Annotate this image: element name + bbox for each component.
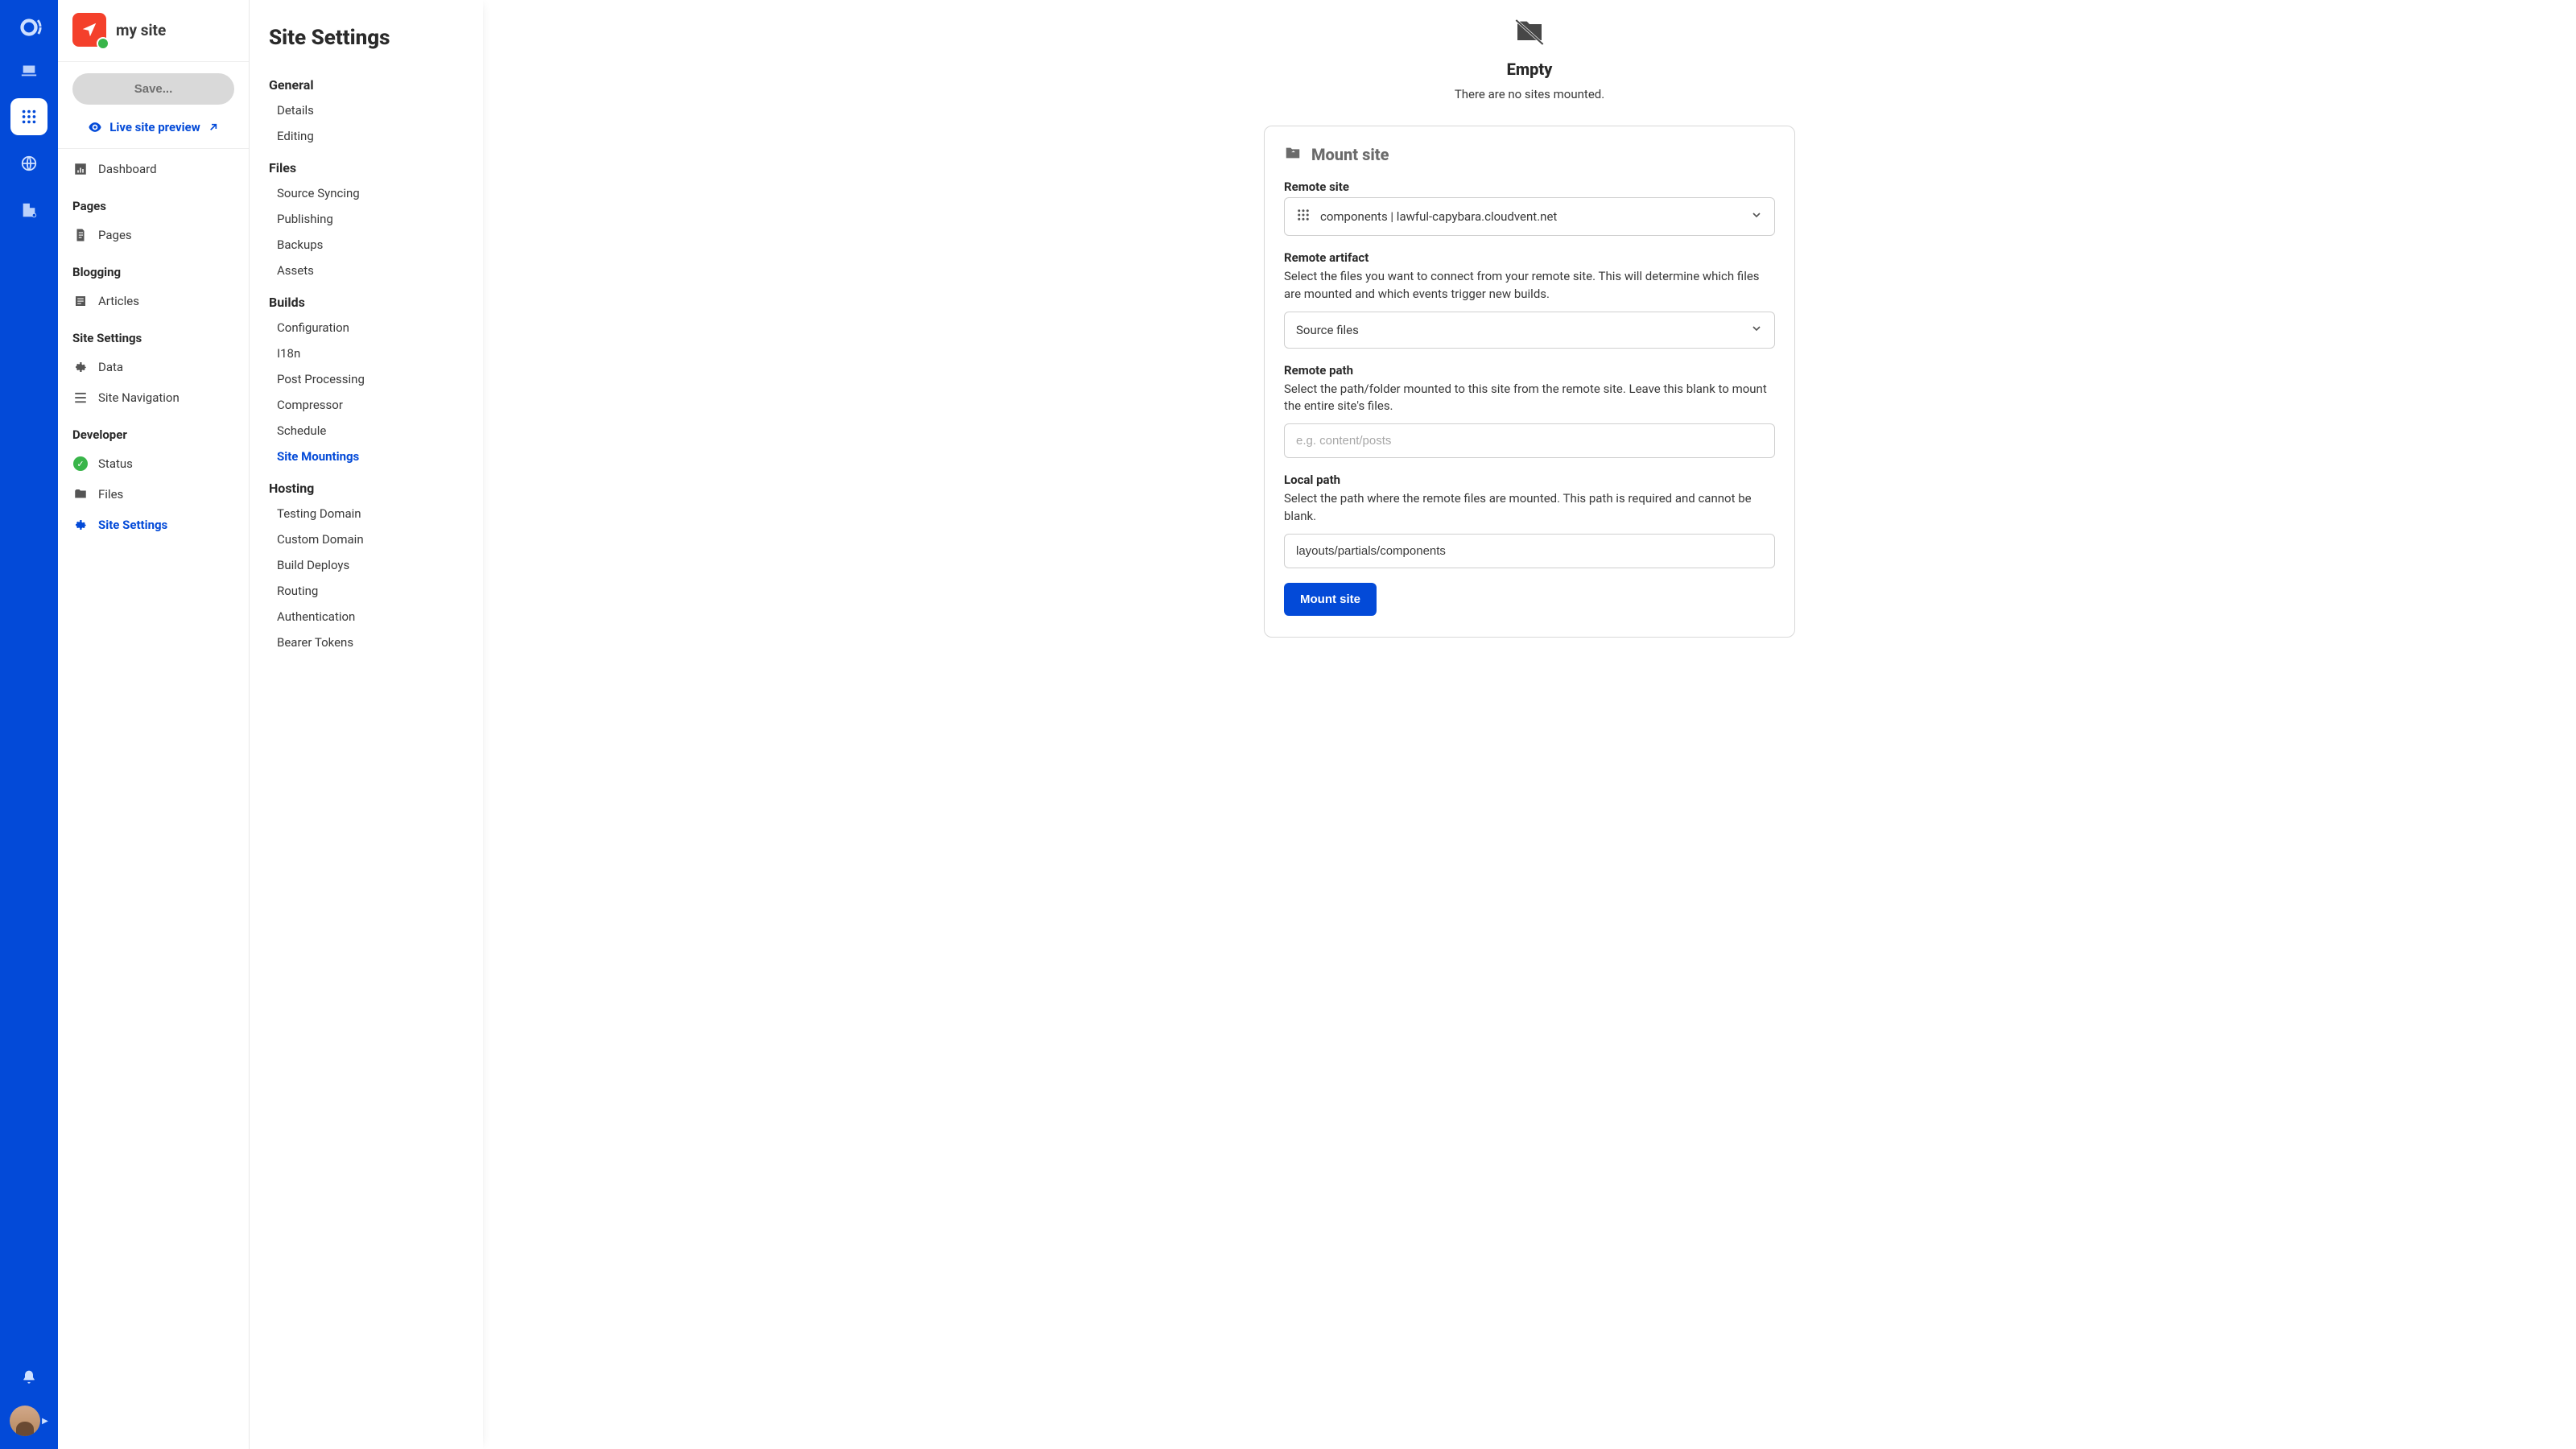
app-rail: ▶ — [0, 0, 58, 1449]
doc-icon — [72, 228, 89, 242]
nav-item-label: Data — [98, 360, 123, 374]
settings-group-label: Files — [269, 149, 464, 180]
site-header: my site — [58, 0, 249, 62]
local-path-input[interactable] — [1284, 534, 1775, 568]
settings-item-i18n[interactable]: I18n — [269, 341, 464, 366]
status-icon: ✓ — [72, 456, 89, 471]
remote-path-help: Select the path/folder mounted to this s… — [1284, 381, 1775, 416]
site-avatar — [72, 13, 106, 47]
nav-item-pages[interactable]: Pages — [58, 220, 249, 250]
settings-item-configuration[interactable]: Configuration — [269, 315, 464, 341]
nav-group-label: Blogging — [58, 250, 249, 286]
folder-icon — [72, 487, 89, 502]
nav-item-data[interactable]: Data — [58, 352, 249, 382]
nav-dashboard[interactable]: Dashboard — [58, 154, 249, 184]
nav-item-label: Pages — [98, 228, 132, 242]
settings-item-post-processing[interactable]: Post Processing — [269, 366, 464, 392]
nav-item-status[interactable]: ✓ Status — [58, 448, 249, 479]
nav-item-label: Articles — [98, 294, 139, 308]
settings-nav: Site Settings GeneralDetailsEditingFiles… — [250, 0, 483, 1449]
remote-path-field: Remote path Select the path/folder mount… — [1284, 363, 1775, 459]
empty-title: Empty — [1507, 60, 1553, 79]
save-button[interactable]: Save... — [72, 73, 234, 105]
article-icon — [72, 294, 89, 308]
empty-state: Empty There are no sites mounted. — [515, 16, 2544, 101]
nav-item-label: Files — [98, 487, 123, 502]
settings-item-testing-domain[interactable]: Testing Domain — [269, 501, 464, 526]
empty-folder-icon — [1513, 16, 1546, 52]
settings-group-label: Builds — [269, 283, 464, 315]
mount-panel-icon — [1284, 144, 1302, 165]
settings-item-backups[interactable]: Backups — [269, 232, 464, 258]
settings-item-bearer-tokens[interactable]: Bearer Tokens — [269, 630, 464, 655]
settings-item-routing[interactable]: Routing — [269, 578, 464, 604]
nav-group-label: Site Settings — [58, 316, 249, 352]
nav-dashboard-label: Dashboard — [98, 162, 157, 176]
remote-path-label: Remote path — [1284, 363, 1775, 378]
settings-group-label: Hosting — [269, 469, 464, 501]
nav-icon — [72, 390, 89, 405]
settings-item-publishing[interactable]: Publishing — [269, 206, 464, 232]
apps-grid-icon — [1296, 208, 1311, 225]
empty-body: There are no sites mounted. — [1455, 87, 1604, 101]
nav-group-label: Pages — [58, 184, 249, 220]
site-status-badge-icon — [97, 37, 109, 50]
avatar-caret-icon: ▶ — [42, 1417, 48, 1426]
gear-icon — [72, 360, 89, 374]
settings-group-label: General — [269, 66, 464, 97]
settings-item-schedule[interactable]: Schedule — [269, 418, 464, 444]
panel-title: Mount site — [1311, 145, 1389, 164]
rail-avatar[interactable] — [10, 1406, 40, 1436]
remote-path-input[interactable] — [1284, 423, 1775, 458]
nav-item-label: Site Settings — [98, 518, 167, 532]
settings-item-assets[interactable]: Assets — [269, 258, 464, 283]
rail-bell-icon[interactable] — [10, 1359, 47, 1396]
settings-item-details[interactable]: Details — [269, 97, 464, 123]
remote-site-field: Remote site components | lawful-capybara… — [1284, 180, 1775, 236]
site-nav: Dashboard Pages Pages Blogging Articles Site… — [58, 148, 249, 556]
settings-item-build-deploys[interactable]: Build Deploys — [269, 552, 464, 578]
remote-artifact-select[interactable]: Source files — [1284, 312, 1775, 349]
settings-item-compressor[interactable]: Compressor — [269, 392, 464, 418]
dashboard-icon — [72, 162, 89, 176]
mount-site-panel: Mount site Remote site components | lawf… — [1264, 126, 1795, 638]
rail-org-icon[interactable] — [10, 192, 47, 229]
live-preview-label: Live site preview — [109, 120, 200, 134]
nav-group-label: Developer — [58, 413, 249, 448]
nav-item-articles[interactable]: Articles — [58, 286, 249, 316]
nav-item-label: Status — [98, 456, 133, 471]
settings-title: Site Settings — [269, 26, 464, 50]
main-content: Empty There are no sites mounted. Mount … — [483, 0, 2576, 1449]
site-name: my site — [116, 21, 166, 39]
remote-artifact-value: Source files — [1296, 323, 1359, 337]
remote-artifact-field: Remote artifact Select the files you wan… — [1284, 250, 1775, 349]
nav-item-label: Site Navigation — [98, 390, 180, 405]
local-path-help: Select the path where the remote files a… — [1284, 490, 1775, 526]
mount-site-button[interactable]: Mount site — [1284, 583, 1377, 616]
rail-globe-icon[interactable] — [10, 145, 47, 182]
nav-item-site-navigation[interactable]: Site Navigation — [58, 382, 249, 413]
brand-logo — [14, 13, 43, 42]
settings-item-custom-domain[interactable]: Custom Domain — [269, 526, 464, 552]
remote-artifact-help: Select the files you want to connect fro… — [1284, 268, 1775, 303]
remote-artifact-label: Remote artifact — [1284, 250, 1775, 265]
live-preview-link[interactable]: Live site preview — [72, 105, 234, 148]
chevron-down-icon — [1750, 322, 1763, 338]
rail-apps-icon[interactable] — [10, 98, 47, 135]
chevron-down-icon — [1750, 208, 1763, 225]
rail-projects-icon[interactable] — [10, 52, 47, 89]
site-sidebar: my site Save... Live site preview Dashbo… — [58, 0, 250, 1449]
nav-item-files[interactable]: Files — [58, 479, 249, 510]
settings-item-authentication[interactable]: Authentication — [269, 604, 464, 630]
local-path-field: Local path Select the path where the rem… — [1284, 473, 1775, 568]
remote-site-select[interactable]: components | lawful-capybara.cloudvent.n… — [1284, 197, 1775, 236]
settings-item-site-mountings[interactable]: Site Mountings — [269, 444, 464, 469]
local-path-label: Local path — [1284, 473, 1775, 487]
settings-item-source-syncing[interactable]: Source Syncing — [269, 180, 464, 206]
gear-icon — [72, 518, 89, 532]
remote-site-value: components | lawful-capybara.cloudvent.n… — [1320, 209, 1557, 224]
remote-site-label: Remote site — [1284, 180, 1775, 194]
settings-item-editing[interactable]: Editing — [269, 123, 464, 149]
nav-item-site-settings[interactable]: Site Settings — [58, 510, 249, 540]
